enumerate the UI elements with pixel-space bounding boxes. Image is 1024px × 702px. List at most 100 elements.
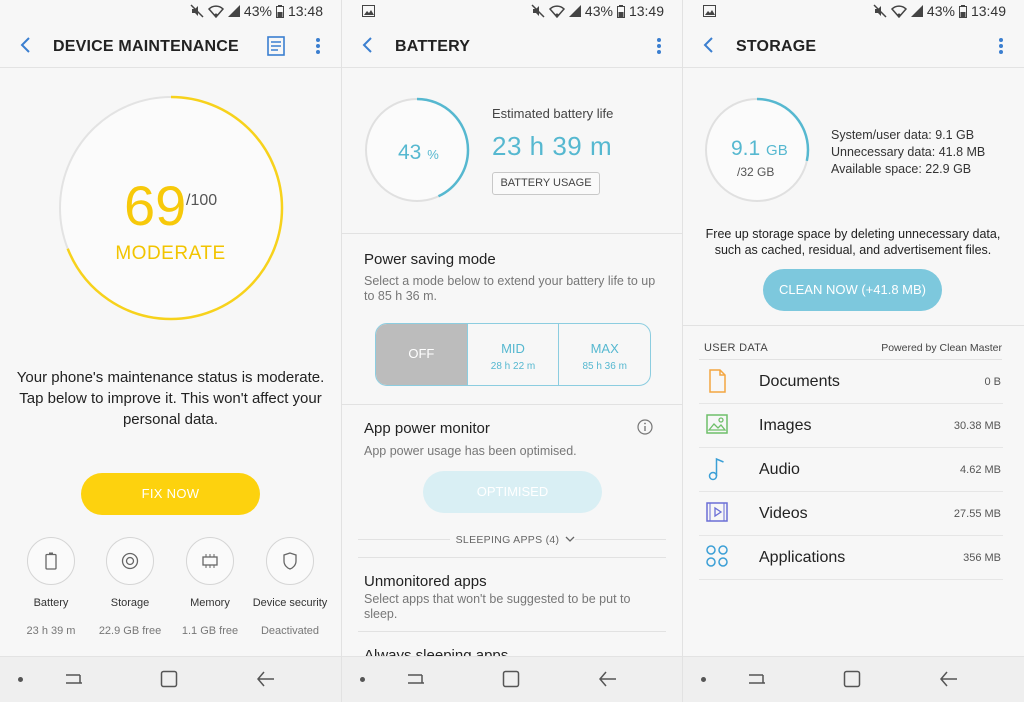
unmonitored-apps-title[interactable]: Unmonitored apps bbox=[364, 573, 487, 590]
mode-name: MAX bbox=[590, 341, 619, 356]
item-name: Documents bbox=[759, 373, 840, 390]
clean-now-button[interactable]: CLEAN NOW (+41.8 MB) bbox=[763, 269, 942, 311]
mute-icon bbox=[873, 4, 887, 18]
tile-storage[interactable]: Storage 22.9 GB free bbox=[90, 537, 170, 637]
info-icon[interactable] bbox=[637, 419, 653, 435]
home-icon[interactable] bbox=[502, 670, 520, 688]
sleeping-apps-label: SLEEPING APPS (4) bbox=[449, 534, 566, 546]
navigation-bar bbox=[342, 656, 682, 702]
user-data-row-images[interactable]: Images 30.38 MB bbox=[699, 404, 1003, 448]
app-power-monitor-title: App power monitor bbox=[364, 420, 490, 437]
tile-value: 22.9 GB free bbox=[98, 625, 162, 637]
more-options-icon[interactable] bbox=[998, 37, 1004, 55]
item-name: Videos bbox=[759, 505, 808, 522]
device-maintenance-panel: 43% 13:48 DEVICE MAINTENANCE 69 /100 MOD… bbox=[0, 0, 341, 702]
signal-icon bbox=[227, 5, 240, 17]
power-mode-selector: OFF MID 28 h 22 m MAX 85 h 36 m bbox=[375, 323, 651, 386]
battery-percent: 43% bbox=[926, 3, 955, 19]
clock: 13:49 bbox=[628, 3, 664, 19]
more-options-icon[interactable] bbox=[656, 37, 662, 55]
tile-device-security[interactable]: Device security Deactivated bbox=[250, 537, 330, 637]
item-size: 30.38 MB bbox=[953, 420, 1001, 432]
power-saving-desc: Select a mode below to extend your batte… bbox=[364, 274, 656, 303]
tile-value: 23 h 39 m bbox=[26, 625, 76, 637]
document-icon bbox=[709, 369, 726, 393]
back-icon[interactable] bbox=[18, 36, 34, 54]
mode-max[interactable]: MAX 85 h 36 m bbox=[559, 324, 650, 385]
shield-icon bbox=[283, 552, 297, 570]
nav-back-icon[interactable] bbox=[256, 669, 276, 689]
battery-level-value: 43 bbox=[398, 141, 422, 164]
app-bar: BATTERY bbox=[342, 24, 682, 68]
maintenance-message: Your phone's maintenance status is moder… bbox=[16, 369, 325, 428]
item-size: 27.55 MB bbox=[953, 508, 1001, 520]
home-icon[interactable] bbox=[160, 670, 178, 688]
battery-level: 43 % bbox=[398, 141, 439, 165]
battery-usage-button[interactable]: BATTERY USAGE bbox=[492, 172, 600, 195]
tile-battery[interactable]: Battery 23 h 39 m bbox=[11, 537, 91, 637]
recent-apps-icon[interactable] bbox=[406, 669, 426, 689]
storage-used: 9.1 GB bbox=[731, 137, 788, 161]
home-icon[interactable] bbox=[843, 670, 861, 688]
nav-dot[interactable] bbox=[360, 677, 365, 682]
stat-unnecessary-data: Unnecessary data: 41.8 MB bbox=[831, 145, 986, 159]
navigation-bar bbox=[683, 656, 1024, 702]
item-size: 0 B bbox=[984, 376, 1001, 388]
divider bbox=[358, 557, 666, 558]
score-status: MODERATE bbox=[115, 243, 226, 264]
user-data-row-videos[interactable]: Videos 27.55 MB bbox=[699, 492, 1003, 536]
nav-back-icon[interactable] bbox=[598, 669, 618, 689]
user-data-row-applications[interactable]: Applications 356 MB bbox=[699, 536, 1003, 580]
audio-icon bbox=[708, 457, 724, 481]
storage-stats: System/user data: 9.1 GB Unnecessary dat… bbox=[831, 127, 985, 178]
gallery-notification-icon bbox=[362, 5, 375, 17]
nav-back-icon[interactable] bbox=[939, 669, 959, 689]
mute-icon bbox=[531, 4, 545, 18]
tile-value: 1.1 GB free bbox=[181, 625, 239, 637]
battery-icon bbox=[45, 552, 57, 570]
sleeping-apps-toggle[interactable]: SLEEPING APPS (4) bbox=[342, 534, 682, 546]
estimated-life-value: 23 h 39 m bbox=[492, 131, 613, 161]
storage-panel: 43% 13:49 STORAGE 9.1 GB /32 GB System/u… bbox=[682, 0, 1024, 702]
status-bar: 43% 13:48 bbox=[0, 0, 341, 24]
back-icon[interactable] bbox=[701, 36, 717, 54]
user-data-header: USER DATA bbox=[704, 342, 769, 354]
back-icon[interactable] bbox=[360, 36, 376, 54]
divider bbox=[342, 404, 682, 405]
item-name: Audio bbox=[759, 461, 800, 478]
divider bbox=[358, 631, 666, 632]
status-bar: 43% 13:49 bbox=[683, 0, 1024, 24]
user-data-row-audio[interactable]: Audio 4.62 MB bbox=[699, 448, 1003, 492]
optimised-button[interactable]: OPTIMISED bbox=[423, 471, 602, 513]
more-options-icon[interactable] bbox=[315, 37, 321, 55]
storage-icon bbox=[121, 552, 139, 570]
signal-icon bbox=[568, 5, 581, 17]
navigation-bar bbox=[0, 656, 341, 702]
item-size: 4.62 MB bbox=[960, 464, 1001, 476]
mode-off[interactable]: OFF bbox=[376, 324, 468, 385]
status-bar: 43% 13:49 bbox=[342, 0, 682, 24]
report-icon[interactable] bbox=[267, 36, 285, 56]
wifi-icon bbox=[890, 4, 907, 18]
tile-memory[interactable]: Memory 1.1 GB free bbox=[170, 537, 250, 637]
mode-mid[interactable]: MID 28 h 22 m bbox=[468, 324, 560, 385]
unmonitored-apps-desc: Select apps that won't be suggested to b… bbox=[364, 592, 631, 621]
tile-label: Device security bbox=[252, 597, 328, 609]
maintenance-tiles: Battery 23 h 39 m Storage 22.9 GB free M… bbox=[0, 537, 341, 647]
battery-panel: 43% 13:49 BATTERY 43 % Estimated battery… bbox=[341, 0, 682, 702]
mute-icon bbox=[190, 4, 204, 18]
user-data-row-documents[interactable]: Documents 0 B bbox=[699, 360, 1003, 404]
page-title: DEVICE MAINTENANCE bbox=[53, 38, 239, 55]
nav-dot[interactable] bbox=[18, 677, 23, 682]
recent-apps-icon[interactable] bbox=[64, 669, 84, 689]
battery-status-icon bbox=[958, 4, 967, 18]
battery-level-unit: % bbox=[427, 147, 439, 162]
stat-system-user-data: System/user data: 9.1 GB bbox=[831, 128, 975, 142]
fix-now-button[interactable]: FIX NOW bbox=[81, 473, 260, 515]
nav-dot[interactable] bbox=[701, 677, 706, 682]
app-power-monitor-desc: App power usage has been optimised. bbox=[364, 444, 577, 458]
recent-apps-icon[interactable] bbox=[747, 669, 767, 689]
video-icon bbox=[706, 502, 728, 522]
powered-by-label: Powered by Clean Master bbox=[881, 342, 1002, 354]
tile-label: Battery bbox=[33, 597, 69, 609]
